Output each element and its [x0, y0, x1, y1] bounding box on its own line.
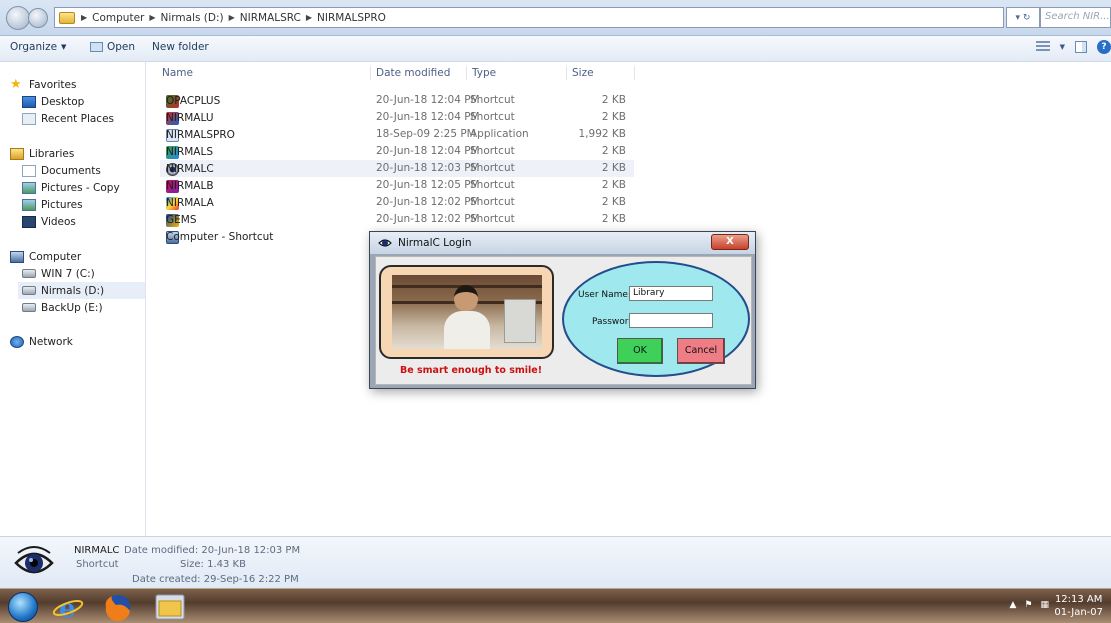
cancel-button[interactable]: Cancel [677, 338, 725, 364]
eye-icon [14, 546, 54, 574]
network-status-icon[interactable]: ▦ [1040, 600, 1049, 610]
view-dropdown-icon[interactable]: ▼ [1060, 43, 1065, 51]
details-name: NIRMALC [74, 545, 120, 556]
system-tray: ▲ ⚑ ▦ [1009, 600, 1049, 610]
open-button[interactable]: Open [90, 41, 135, 53]
command-bar: Organize ▼ Open New folder ▼ ? [0, 36, 1111, 62]
dialog-title: NirmalC Login [398, 237, 472, 249]
taskbar: e ▲ ⚑ ▦ 12:13 AM 01-Jan-07 [0, 588, 1111, 623]
file-row[interactable]: OPACPLUS 20-Jun-18 12:04 PM Shortcut 2 K… [160, 92, 634, 109]
documents-icon [22, 164, 36, 177]
preview-pane-icon[interactable] [1075, 41, 1087, 53]
address-bar[interactable]: ▶ Computer ▶ Nirmals (D:) ▶ NIRMALSRC ▶ … [54, 7, 1004, 28]
nav-documents[interactable]: Documents [22, 162, 101, 179]
smiling-student-photo [392, 275, 542, 349]
network-icon [10, 335, 24, 348]
drive-icon [22, 286, 36, 295]
navigation-pane: ★ Favorites Desktop Recent Places Librari… [0, 62, 146, 536]
recent-places-icon [22, 112, 36, 125]
file-row[interactable]: GEMS 20-Jun-18 12:02 PM Shortcut 2 KB [160, 211, 634, 228]
column-header-size[interactable]: Size [572, 67, 594, 79]
nav-pictures-copy[interactable]: Pictures - Copy [22, 179, 120, 196]
breadcrumb-nirmalsrc[interactable]: NIRMALSRC [240, 12, 301, 24]
nav-recent-places[interactable]: Recent Places [22, 110, 114, 127]
organize-button[interactable]: Organize ▼ [10, 41, 66, 53]
nav-drive-c[interactable]: WIN 7 (C:) [22, 265, 95, 282]
drive-icon [22, 269, 36, 278]
username-input[interactable]: Library [629, 286, 713, 301]
nav-pictures[interactable]: Pictures [22, 196, 83, 213]
details-date-modified: Date modified: 20-Jun-18 12:03 PM [124, 545, 301, 556]
search-input[interactable]: Search NIR... [1040, 7, 1111, 28]
eye-icon [378, 239, 392, 247]
desktop-icon [22, 95, 36, 108]
new-folder-button[interactable]: New folder [152, 41, 209, 53]
change-view-icon[interactable] [1035, 41, 1050, 53]
open-icon [90, 42, 103, 52]
file-row[interactable]: NIRMALA 20-Jun-18 12:02 PM Shortcut 2 KB [160, 194, 634, 211]
address-bar-region: ▶ Computer ▶ Nirmals (D:) ▶ NIRMALSRC ▶ … [0, 0, 1111, 36]
details-date-created: Date created: 29-Sep-16 2:22 PM [132, 574, 299, 585]
slogan-text: Be smart enough to smile! [400, 365, 543, 376]
help-icon[interactable]: ? [1097, 40, 1111, 54]
column-header-type[interactable]: Type [472, 67, 496, 79]
clock[interactable]: 12:13 AM 01-Jan-07 [1054, 593, 1103, 619]
breadcrumb-computer[interactable]: Computer [92, 12, 144, 24]
nav-computer[interactable]: Computer [10, 248, 81, 265]
nav-libraries[interactable]: Libraries [10, 145, 74, 162]
windows-explorer-icon[interactable] [150, 593, 190, 621]
start-button[interactable] [8, 592, 38, 622]
details-type: Shortcut [76, 559, 119, 570]
dialog-titlebar[interactable]: NirmalC Login X [370, 232, 755, 254]
folder-icon [59, 11, 75, 24]
forward-button[interactable] [28, 8, 48, 28]
ok-button[interactable]: OK [617, 338, 663, 364]
column-header-name[interactable]: Name [162, 67, 193, 79]
firefox-icon[interactable] [98, 593, 138, 621]
computer-icon [10, 250, 24, 263]
libraries-icon [10, 147, 24, 160]
nav-drive-e[interactable]: BackUp (E:) [22, 299, 103, 316]
close-button[interactable]: X [711, 234, 749, 250]
svg-text:e: e [59, 594, 76, 621]
file-row[interactable]: NIRMALS 20-Jun-18 12:04 PM Shortcut 2 KB [160, 143, 634, 160]
back-button[interactable] [6, 6, 30, 30]
nav-drive-d[interactable]: Nirmals (D:) [18, 282, 145, 299]
details-pane: NIRMALC Date modified: 20-Jun-18 12:03 P… [0, 536, 1111, 588]
file-row[interactable]: NIRMALC 20-Jun-18 12:03 PM Shortcut 2 KB [160, 160, 634, 177]
flag-icon[interactable]: ⚑ [1024, 600, 1032, 610]
nav-favorites[interactable]: ★ Favorites [10, 76, 76, 93]
column-header-date[interactable]: Date modified [376, 67, 450, 79]
view-controls: ▼ ? [1035, 40, 1111, 54]
star-icon: ★ [10, 76, 22, 92]
pictures-icon [22, 198, 36, 211]
login-dialog: NirmalC Login X Be smart enough to smile… [369, 231, 756, 389]
details-size: Size: 1.43 KB [180, 559, 246, 570]
photo-frame [379, 265, 554, 359]
password-input[interactable] [629, 313, 713, 328]
show-hidden-icons-icon[interactable]: ▲ [1009, 600, 1016, 610]
breadcrumb-drive[interactable]: Nirmals (D:) [161, 12, 224, 24]
drive-icon [22, 303, 36, 312]
dialog-body: Be smart enough to smile! User Name: Lib… [375, 256, 752, 385]
internet-explorer-icon[interactable]: e [48, 593, 88, 621]
username-label: User Name: [578, 290, 631, 300]
login-form: User Name: Library Password: OK Cancel [562, 261, 750, 377]
nav-network[interactable]: Network [10, 333, 73, 350]
pictures-icon [22, 181, 36, 194]
file-row[interactable]: NIRMALU 20-Jun-18 12:04 PM Shortcut 2 KB [160, 109, 634, 126]
file-row[interactable]: NIRMALB 20-Jun-18 12:05 PM Shortcut 2 KB [160, 177, 634, 194]
videos-icon [22, 215, 36, 228]
breadcrumb-nirmalspro[interactable]: NIRMALSPRO [317, 12, 386, 24]
refresh-button[interactable]: ▾ ↻ [1006, 7, 1040, 28]
file-row[interactable]: NIRMALSPRO 18-Sep-09 2:25 PM Application… [160, 126, 634, 143]
nav-desktop[interactable]: Desktop [22, 93, 84, 110]
nav-videos[interactable]: Videos [22, 213, 76, 230]
